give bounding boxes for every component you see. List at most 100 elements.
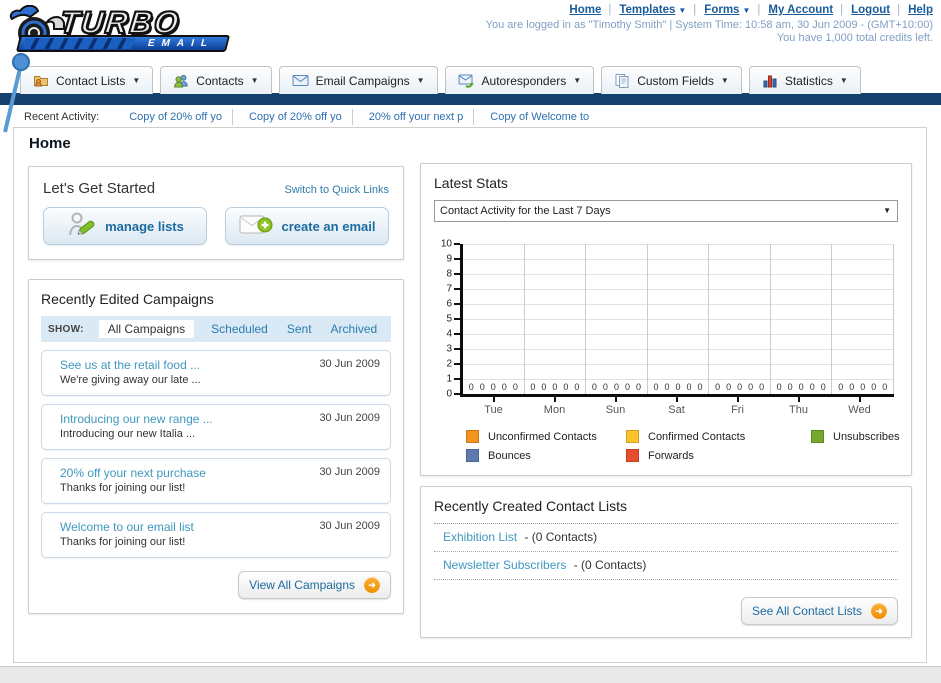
main-nav-tab-label: Contact Lists — [56, 73, 126, 88]
email-campaigns-icon — [292, 74, 309, 87]
chart-value-label: 0 — [776, 382, 782, 392]
custom-fields-icon — [614, 73, 630, 89]
main-nav-tab[interactable]: Contacts ▼ — [160, 66, 272, 94]
campaign-filter-tab[interactable]: Archived — [329, 320, 380, 338]
view-all-campaigns-label: View All Campaigns — [249, 578, 355, 593]
campaign-card[interactable]: 20% off your next purchase Thanks for jo… — [41, 458, 391, 505]
campaign-title-link[interactable]: See us at the retail food ... — [60, 357, 201, 373]
chart-value-label: 0 — [624, 382, 630, 392]
chart-value-labels: 00000 — [832, 382, 893, 392]
recent-activity-item[interactable]: Copy of 20% off yo — [113, 109, 232, 125]
chart-value-label: 0 — [737, 382, 743, 392]
see-all-contact-lists-label: See All Contact Lists — [751, 604, 862, 618]
chart-day-group: 00000 — [709, 244, 771, 394]
legend-label: Confirmed Contacts — [648, 430, 746, 443]
y-tick-mark — [454, 378, 460, 380]
nav-underline-bar — [0, 93, 941, 105]
y-tick-mark — [454, 333, 460, 335]
contact-activity-chart: 0 1 2 3 4 5 6 7 8 9 10 000000000000000000000000000… — [434, 239, 900, 462]
chevron-down-icon: ▼ — [416, 76, 425, 85]
utility-nav-link[interactable]: Help — [908, 4, 933, 16]
left-column: Let's Get Started Switch to Quick Links … — [28, 166, 404, 615]
recent-activity-item[interactable]: Copy of Welcome to — [473, 108, 599, 125]
legend-item: Confirmed Contacts — [626, 430, 811, 443]
stats-period-select[interactable]: Contact Activity for the Last 7 Days — [434, 200, 898, 222]
main-nav-tab[interactable]: Email Campaigns ▼ — [278, 66, 438, 94]
manage-lists-button[interactable]: manage lists — [43, 207, 207, 245]
create-email-label: create an email — [281, 218, 376, 234]
campaign-title-link[interactable]: 20% off your next purchase — [60, 465, 206, 481]
chart-day-group: 00000 — [525, 244, 587, 394]
recent-activity-item[interactable]: Copy of 20% off yo — [231, 108, 352, 125]
bottom-strip — [0, 666, 941, 683]
arrow-right-icon: ➜ — [871, 603, 887, 619]
legend-swatch — [466, 449, 479, 462]
y-tick-mark — [454, 363, 460, 365]
campaign-card[interactable]: Welcome to our email list Thanks for joi… — [41, 512, 391, 559]
campaign-card[interactable]: Introducing our new range ... Introducin… — [41, 404, 391, 451]
chart-value-label: 0 — [574, 382, 580, 392]
person-pencil-icon — [66, 210, 96, 243]
chart-value-label: 0 — [860, 382, 866, 392]
y-tick-mark — [454, 348, 460, 350]
contact-list-link[interactable]: Exhibition List — [443, 530, 517, 544]
utility-nav-link[interactable]: Forms — [704, 4, 739, 16]
utility-nav-link[interactable]: Home — [569, 4, 601, 16]
campaigns-panel: Recently Edited Campaigns SHOW: All Camp… — [28, 279, 404, 615]
campaign-title-link[interactable]: Introducing our new range ... — [60, 411, 213, 427]
x-axis-category: Thu — [768, 397, 829, 416]
contact-list-count: - (0 Contacts) — [524, 530, 598, 544]
chevron-down-icon: ▼ — [132, 76, 141, 85]
separator: | — [757, 4, 761, 16]
switch-quick-links-link[interactable]: Switch to Quick Links — [284, 184, 389, 196]
main-nav-tab[interactable]: Contact Lists ▼ — [20, 66, 154, 94]
utility-nav-links: Home | Templates ▼ | Forms ▼ | My Accoun… — [486, 4, 933, 16]
chevron-down-icon: ▼ — [573, 76, 582, 85]
view-all-campaigns-button[interactable]: View All Campaigns ➜ — [238, 571, 391, 600]
show-label: SHOW: — [48, 323, 84, 335]
chart-value-label: 0 — [664, 382, 670, 392]
campaign-subtitle: We're giving away our late ... — [60, 374, 201, 387]
contact-list-row[interactable]: Exhibition List - (0 Contacts) — [434, 524, 898, 552]
chevron-down-icon: ▼ — [742, 5, 751, 15]
y-tick-label: 3 — [446, 343, 452, 355]
contact-list-rows: Exhibition List - (0 Contacts) Newslette… — [434, 524, 898, 580]
main-nav-tab-label: Contacts — [196, 73, 244, 88]
chart-value-label: 0 — [468, 382, 474, 392]
chart-value-label: 0 — [820, 382, 826, 392]
campaign-subtitle: Thanks for joining our list! — [60, 482, 186, 495]
x-axis-category: Mon — [524, 397, 585, 416]
main-nav-tab[interactable]: Autoresponders ▼ — [444, 66, 595, 94]
legend-label: Unsubscribes — [833, 430, 900, 443]
chart-value-label: 0 — [871, 382, 877, 392]
campaign-filter-tab[interactable]: All Campaigns — [98, 320, 195, 338]
contact-list-row[interactable]: Newsletter Subscribers - (0 Contacts) — [434, 552, 898, 580]
brand-sub: EMAIL — [146, 38, 216, 49]
chart-value-label: 0 — [512, 382, 518, 392]
campaign-filter-tab[interactable]: Sent — [285, 320, 314, 338]
y-tick-mark — [454, 318, 460, 320]
y-tick-mark — [454, 273, 460, 275]
utility-nav-link[interactable]: Templates — [619, 4, 675, 16]
main-nav-tab[interactable]: Custom Fields ▼ — [601, 66, 742, 94]
y-tick-mark — [454, 258, 460, 260]
campaign-title-link[interactable]: Welcome to our email list — [60, 519, 194, 535]
see-all-contact-lists-button[interactable]: See All Contact Lists ➜ — [740, 597, 898, 625]
contact-list-link[interactable]: Newsletter Subscribers — [443, 558, 566, 572]
x-axis-category: Tue — [463, 397, 524, 416]
chart-value-labels: 00000 — [771, 382, 832, 392]
chart-value-label: 0 — [490, 382, 496, 392]
x-tick-mark — [797, 397, 800, 402]
create-email-button[interactable]: create an email — [225, 207, 389, 245]
chart-value-label: 0 — [748, 382, 754, 392]
chart-day-group: 00000 — [771, 244, 833, 394]
main-nav-tab[interactable]: Statistics ▼ — [748, 66, 861, 94]
utility-nav-link[interactable]: My Account — [768, 4, 833, 16]
separator: | — [608, 4, 612, 16]
chart-value-label: 0 — [759, 382, 765, 392]
campaign-card[interactable]: See us at the retail food ... We're givi… — [41, 350, 391, 397]
campaign-filter-tab[interactable]: Scheduled — [209, 320, 270, 338]
legend-swatch — [626, 430, 639, 443]
recent-activity-item[interactable]: 20% off your next p — [351, 108, 474, 125]
utility-nav-link[interactable]: Logout — [851, 4, 890, 16]
